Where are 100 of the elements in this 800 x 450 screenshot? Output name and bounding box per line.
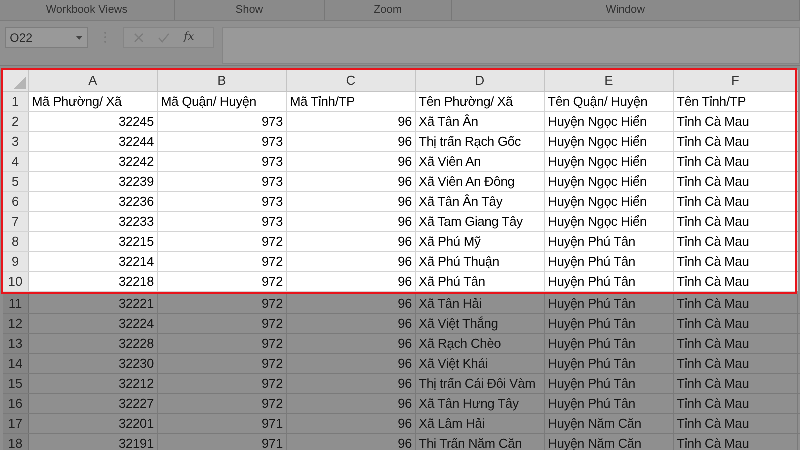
table-cell: 32233 [29, 212, 158, 231]
table-cell: 32236 [29, 192, 158, 211]
table-cell: Thị trấn Cái Đôi Vàm [416, 374, 545, 393]
row-header[interactable]: 15 [3, 374, 29, 393]
ribbon-group-label: Show [236, 2, 264, 18]
table-cell: Huyện Ngọc Hiển [545, 172, 674, 191]
table-cell: Tên Quận/ Huyện [545, 92, 674, 111]
table-cell: Huyện Năm Căn [545, 414, 674, 433]
table-cell: Xã Rạch Chèo [416, 334, 545, 353]
table-cell: 971 [158, 434, 287, 450]
row-header[interactable]: 10 [3, 272, 29, 291]
table-cell: Huyện Phú Tân [545, 354, 674, 373]
row-header[interactable]: 17 [3, 414, 29, 433]
table-cell: Xã Việt Khái [416, 354, 545, 373]
name-box[interactable]: O22 [5, 27, 88, 48]
column-header[interactable]: E [545, 70, 674, 91]
ribbon-group-label: Window [606, 2, 646, 18]
table-cell: 32245 [29, 112, 158, 131]
table-cell: 973 [158, 212, 287, 231]
table-cell: Xã Viên An Đông [416, 172, 545, 191]
column-header[interactable]: B [158, 70, 287, 91]
table-cell: 96 [287, 272, 416, 291]
column-header[interactable]: A [29, 70, 158, 91]
table-cell: 96 [287, 112, 416, 131]
table-cell: Huyện Phú Tân [545, 272, 674, 291]
table-cell: Huyện Ngọc Hiển [545, 212, 674, 231]
table-cell: Xã Tân Hải [416, 294, 545, 313]
table-cell: Tỉnh Cà Mau [674, 434, 798, 450]
column-header[interactable]: C [287, 70, 416, 91]
table-cell: Xã Phú Tân [416, 272, 545, 291]
row-header[interactable]: 9 [3, 252, 29, 271]
table-cell: 972 [158, 294, 287, 313]
row-header[interactable]: 4 [3, 152, 29, 171]
table-cell: 972 [158, 374, 287, 393]
table-cell: Tỉnh Cà Mau [674, 152, 798, 171]
table-cell: 972 [158, 394, 287, 413]
row-header[interactable]: 16 [3, 394, 29, 413]
table-cell: 96 [287, 314, 416, 333]
table-cell: Xã Viên An [416, 152, 545, 171]
table-cell: Tỉnh Cà Mau [674, 272, 798, 291]
table-cell: Mã Phường/ Xã [29, 92, 158, 111]
table-cell: Tỉnh Cà Mau [674, 394, 798, 413]
table-cell: 972 [158, 232, 287, 251]
row-header[interactable]: 13 [3, 334, 29, 353]
table-cell: Xã Tân Hưng Tây [416, 394, 545, 413]
table-cell: Thị trấn Rạch Gốc [416, 132, 545, 151]
table-cell: 32201 [29, 414, 158, 433]
row-header[interactable]: 3 [3, 132, 29, 151]
table-cell: Xã Phú Mỹ [416, 232, 545, 251]
check-icon[interactable] [158, 32, 170, 42]
row-header[interactable]: 5 [3, 172, 29, 191]
table-cell: 973 [158, 112, 287, 131]
table-cell: 973 [158, 152, 287, 171]
table-cell: 971 [158, 414, 287, 433]
table-cell: Tỉnh Cà Mau [674, 334, 798, 353]
table-cell: 96 [287, 434, 416, 450]
ribbon-group-label: Zoom [374, 2, 402, 18]
table-cell: 32191 [29, 434, 158, 450]
table-cell: 96 [287, 394, 416, 413]
table-cell: 32221 [29, 294, 158, 313]
column-header[interactable]: D [416, 70, 545, 91]
table-cell: 32242 [29, 152, 158, 171]
table-cell: Tỉnh Cà Mau [674, 354, 798, 373]
table-cell: 32228 [29, 334, 158, 353]
table-cell: 96 [287, 152, 416, 171]
row-header[interactable]: 2 [3, 112, 29, 131]
table-cell: Mã Tỉnh/TP [287, 92, 416, 111]
formula-input[interactable] [222, 27, 800, 64]
select-all-icon[interactable] [14, 77, 26, 89]
close-icon[interactable] [134, 32, 144, 42]
row-header[interactable]: 18 [3, 434, 29, 450]
table-cell: 96 [287, 334, 416, 353]
table-cell: Xã Lâm Hải [416, 414, 545, 433]
table-cell: Mã Quận/ Huyện [158, 92, 287, 111]
table-cell: Tỉnh Cà Mau [674, 414, 798, 433]
table-cell: Tỉnh Cà Mau [674, 192, 798, 211]
row-header[interactable]: 12 [3, 314, 29, 333]
row-header[interactable]: 8 [3, 232, 29, 251]
row-header[interactable]: 11 [3, 294, 29, 313]
column-header[interactable]: F [674, 70, 798, 91]
row-header[interactable]: 6 [3, 192, 29, 211]
row-header[interactable]: 14 [3, 354, 29, 373]
table-cell: Huyện Phú Tân [545, 394, 674, 413]
table-cell: 972 [158, 354, 287, 373]
table-cell: Huyện Ngọc Hiển [545, 152, 674, 171]
table-cell: Tỉnh Cà Mau [674, 314, 798, 333]
row-header[interactable]: 1 [3, 92, 29, 111]
table-cell: 32214 [29, 252, 158, 271]
insert-function-button[interactable]: fx [184, 29, 194, 46]
table-cell: 32212 [29, 374, 158, 393]
table-cell: Tỉnh Cà Mau [674, 252, 798, 271]
table-cell: Tỉnh Cà Mau [674, 232, 798, 251]
table-cell: Tên Phường/ Xã [416, 92, 545, 111]
table-cell: Tỉnh Cà Mau [674, 294, 798, 313]
table-cell: 972 [158, 272, 287, 291]
table-cell: Huyện Phú Tân [545, 232, 674, 251]
row-header[interactable]: 7 [3, 212, 29, 231]
table-cell: 96 [287, 294, 416, 313]
table-cell: Tên Tỉnh/TP [674, 92, 798, 111]
table-cell: 32239 [29, 172, 158, 191]
